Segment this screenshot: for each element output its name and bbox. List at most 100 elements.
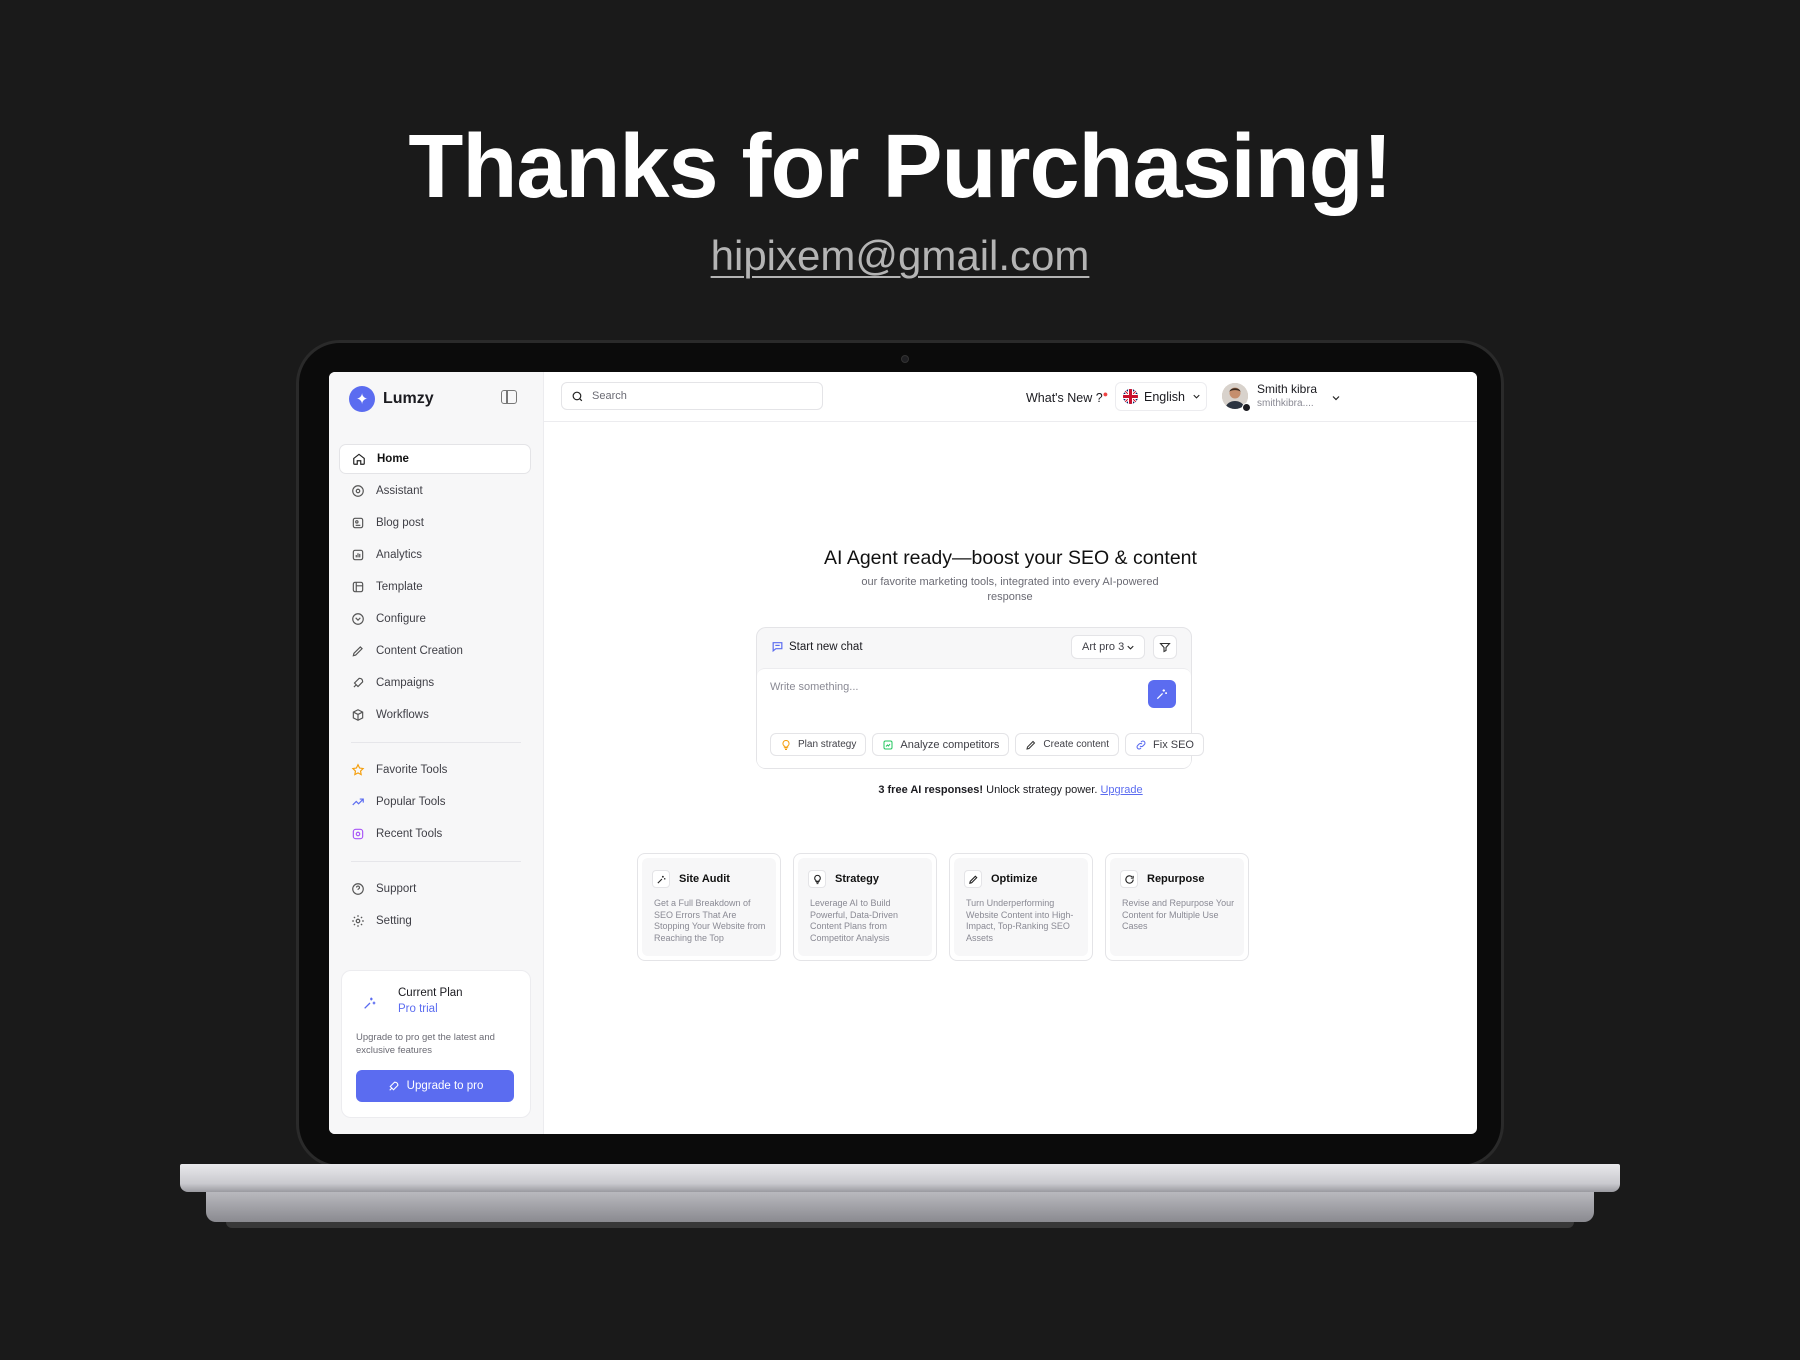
sidebar-item-workflows[interactable]: Workflows [339, 700, 531, 730]
chip-fix-seo[interactable]: Fix SEO [1125, 733, 1204, 756]
upgrade-link[interactable]: Upgrade [1100, 784, 1142, 796]
sidebar-item-recent-tools[interactable]: Recent Tools [339, 819, 531, 849]
free-note-strong: 3 free AI responses! [878, 784, 984, 796]
laptop-base-shadow [226, 1222, 1574, 1228]
sidebar-divider [351, 861, 521, 862]
card-inner: Optimize Turn Underperforming Website Co… [954, 858, 1088, 956]
card-inner: Repurpose Revise and Repurpose Your Cont… [1110, 858, 1244, 956]
user-email: smithkibra.... [1257, 398, 1314, 409]
sidebar-item-home[interactable]: Home [339, 444, 531, 474]
main-content: AI Agent ready—boost your SEO & content … [544, 422, 1477, 1134]
chevron-down-icon [1191, 391, 1202, 402]
cube-icon [351, 708, 365, 722]
sidebar-item-label: Favorite Tools [376, 764, 448, 776]
sidebar-item-label: Blog post [376, 517, 424, 529]
current-plan-card: Current Plan Pro trial Upgrade to pro ge… [341, 970, 531, 1118]
online-status-icon [1242, 403, 1251, 412]
model-select[interactable]: Art pro 3 [1071, 635, 1145, 659]
topbar: Search What's New ?● English Smith kibra… [544, 372, 1477, 422]
chip-create-content[interactable]: Create content [1015, 733, 1120, 756]
pen-icon [351, 644, 365, 658]
chip-label: Fix SEO [1153, 738, 1194, 751]
sidebar-item-label: Recent Tools [376, 828, 443, 840]
sidebar-item-label: Configure [376, 613, 426, 625]
sparkle-logo-icon: ✦ [349, 386, 375, 412]
chip-label: Analyze competitors [900, 738, 1000, 751]
chevron-down-icon[interactable] [1330, 392, 1342, 404]
card-title: Optimize [991, 873, 1038, 885]
chip-label: Create content [1043, 739, 1110, 750]
sidebar-item-template[interactable]: Template [339, 572, 531, 602]
chip-plan-strategy[interactable]: Plan strategy [770, 733, 867, 756]
start-new-chat-button[interactable]: Start new chat [771, 640, 863, 653]
refresh-icon [1120, 870, 1138, 888]
user-name: Smith kibra [1257, 382, 1318, 396]
notification-dot-icon: ● [1102, 389, 1109, 399]
sidebar: ✦ Lumzy Home Assistant Blog post Analyti… [329, 372, 544, 1134]
hero-title: Thanks for Purchasing! [408, 117, 1392, 217]
email-link[interactable]: hipixem@gmail.com [711, 232, 1090, 279]
search-placeholder: Search [592, 390, 627, 402]
chip-analyze-competitors[interactable]: Analyze competitors [872, 733, 1010, 756]
upgrade-to-pro-button[interactable]: Upgrade to pro [356, 1070, 514, 1102]
sparkle-icon [652, 870, 670, 888]
laptop-base [180, 1164, 1620, 1192]
brand-name: Lumzy [383, 390, 434, 407]
sidebar-toggle-icon[interactable] [501, 390, 517, 404]
sidebar-item-label: Workflows [376, 709, 429, 721]
sidebar-item-assistant[interactable]: Assistant [339, 476, 531, 506]
sidebar-item-support[interactable]: Support [339, 874, 531, 904]
hero-email[interactable]: hipixem@gmail.com [0, 228, 1800, 284]
card-title: Repurpose [1147, 873, 1205, 885]
sidebar-item-label: Assistant [376, 485, 423, 497]
card-description: Get a Full Breakdown of SEO Errors That … [654, 898, 766, 943]
card-description: Turn Underperforming Website Content int… [966, 898, 1074, 943]
upgrade-button-label: Upgrade to pro [406, 1080, 484, 1092]
sidebar-item-analytics[interactable]: Analytics [339, 540, 531, 570]
search-input[interactable]: Search [561, 382, 823, 410]
plan-title: Current Plan [398, 987, 463, 999]
filter-icon [1159, 641, 1171, 653]
chip-label: Plan strategy [798, 739, 857, 750]
sidebar-item-setting[interactable]: Setting [339, 906, 531, 936]
card-description: Leverage AI to Build Powerful, Data-Driv… [810, 898, 899, 943]
sidebar-item-blog-post[interactable]: Blog post [339, 508, 531, 538]
filter-button[interactable] [1153, 635, 1177, 659]
card-strategy[interactable]: Strategy Leverage AI to Build Powerful, … [793, 853, 937, 961]
chat-input[interactable]: Write something... [770, 681, 858, 693]
star-icon [351, 763, 365, 777]
search-icon [571, 390, 584, 403]
start-new-chat-label: Start new chat [789, 640, 863, 653]
sidebar-nav: Home Assistant Blog post Analytics Templ… [339, 444, 531, 938]
sidebar-item-popular-tools[interactable]: Popular Tools [339, 787, 531, 817]
trending-icon [351, 795, 365, 809]
user-menu[interactable]: Smith kibra smithkibra.... [1222, 380, 1472, 414]
edit-icon [964, 870, 982, 888]
card-description: Revise and Repurpose Your Content for Mu… [1122, 898, 1235, 931]
card-repurpose[interactable]: Repurpose Revise and Repurpose Your Cont… [1105, 853, 1249, 961]
pen-icon [1025, 739, 1037, 751]
plan-tier: Pro trial [398, 1003, 438, 1015]
sidebar-item-label: Home [377, 453, 409, 465]
chat-composer: Start new chat Art pro 3 Write something… [756, 627, 1204, 769]
brand[interactable]: ✦ Lumzy [349, 384, 434, 414]
card-optimize[interactable]: Optimize Turn Underperforming Website Co… [949, 853, 1093, 961]
whats-new-link[interactable]: What's New ?● [1026, 389, 1108, 405]
page-subtitle: our favorite marketing tools, integrated… [861, 576, 1159, 603]
help-icon [351, 882, 365, 896]
language-select[interactable]: English [1115, 382, 1207, 411]
app-screen: ✦ Lumzy Home Assistant Blog post Analyti… [329, 372, 1477, 1134]
sidebar-item-configure[interactable]: Configure [339, 604, 531, 634]
sidebar-item-label: Content Creation [376, 645, 463, 657]
sparkle-icon [356, 989, 384, 1017]
send-button[interactable] [1148, 680, 1176, 708]
sidebar-item-favorite-tools[interactable]: Favorite Tools [339, 755, 531, 785]
sidebar-item-label: Campaigns [376, 677, 435, 689]
bulb-icon [780, 739, 792, 751]
card-title: Site Audit [679, 873, 730, 885]
language-label: English [1144, 389, 1185, 404]
sidebar-item-content-creation[interactable]: Content Creation [339, 636, 531, 666]
card-title: Strategy [835, 873, 880, 885]
sidebar-item-campaigns[interactable]: Campaigns [339, 668, 531, 698]
card-site-audit[interactable]: Site Audit Get a Full Breakdown of SEO E… [637, 853, 781, 961]
